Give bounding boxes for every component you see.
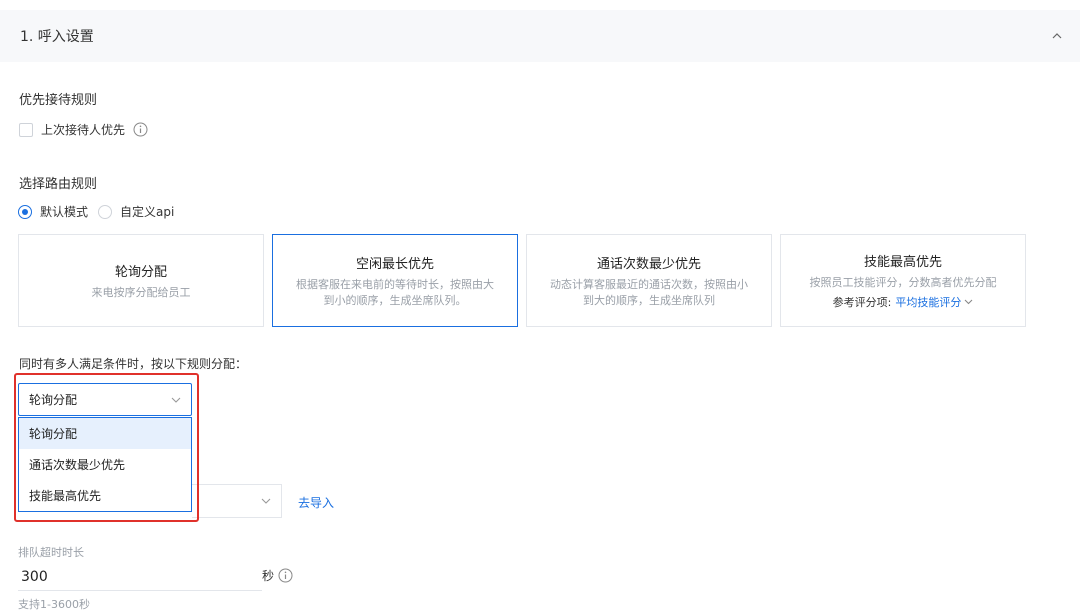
queue-timeout-input[interactable] [18,563,262,591]
card-longest-idle[interactable]: 空闲最长优先 根据客服在来电前的等待时长，按照由大到小的顺序，生成坐席队列。 [272,234,518,327]
dropdown-option-round-robin[interactable]: 轮询分配 [19,418,191,449]
section-title: 1. 呼入设置 [20,29,94,45]
section-header[interactable]: 1. 呼入设置 [0,10,1080,62]
card-title: 轮询分配 [114,264,167,280]
radio-custom-api-control[interactable] [98,204,113,219]
info-icon[interactable] [278,568,293,583]
tie-break-selected-value: 轮询分配 [29,393,78,407]
queue-timeout-label: 排队超时时长 [18,546,84,559]
chevron-up-icon[interactable] [1050,29,1064,43]
radio-custom-api-label: 自定义api [120,205,175,219]
queue-timeout-hint: 支持1-3600秒 [18,598,90,611]
import-source-select[interactable] [192,484,282,518]
radio-default-mode[interactable]: 默认模式 [18,203,88,220]
card-ref-label: 参考评分项: [832,296,892,309]
tie-break-select[interactable]: 轮询分配 [18,383,192,416]
card-fewest-calls[interactable]: 通话次数最少优先 动态计算客服最近的通话次数，按照由小到大的顺序，生成坐席队列 [526,234,772,327]
go-import-link[interactable]: 去导入 [298,494,334,511]
chevron-down-icon [261,498,271,504]
chevron-down-icon [171,397,181,403]
card-desc: 来电按序分配给员工 [91,285,191,299]
priority-rule-heading: 优先接待规则 [19,93,98,108]
routing-mode-group: 默认模式 自定义api [18,203,184,220]
radio-custom-api[interactable]: 自定义api [98,203,174,220]
card-ref-row: 参考评分项: 平均技能评分 [833,294,974,310]
last-agent-priority-row: 上次接待人优先 [19,121,148,138]
tie-break-label: 同时有多人满足条件时，按以下规则分配： [19,357,248,371]
card-title: 空闲最长优先 [355,256,434,272]
card-desc: 按照员工技能评分，分数高者优先分配 [809,276,997,289]
card-desc: 根据客服在来电前的等待时长，按照由大到小的顺序，生成坐席队列。 [296,277,494,307]
card-title: 通话次数最少优先 [596,256,701,272]
last-agent-priority-label[interactable]: 上次接待人优先 [41,121,125,138]
skill-score-value: 平均技能评分 [895,296,962,309]
info-icon[interactable] [133,122,148,137]
queue-timeout-unit-row: 秒 [262,567,293,584]
routing-rule-heading: 选择路由规则 [19,177,98,192]
card-desc: 动态计算客服最近的通话次数，按照由小到大的顺序，生成坐席队列 [550,277,748,307]
radio-default-mode-label: 默认模式 [40,205,89,219]
dropdown-option-highest-skill[interactable]: 技能最高优先 [19,480,191,511]
queue-timeout-unit: 秒 [262,569,275,583]
card-round-robin[interactable]: 轮询分配 来电按序分配给员工 [18,234,264,327]
card-highest-skill[interactable]: 技能最高优先 按照员工技能评分，分数高者优先分配 参考评分项: 平均技能评分 [780,234,1026,327]
skill-score-dropdown[interactable]: 平均技能评分 [895,294,973,310]
dropdown-option-fewest-calls[interactable]: 通话次数最少优先 [19,449,191,480]
card-title: 技能最高优先 [863,255,942,270]
last-agent-priority-checkbox[interactable] [19,122,33,137]
radio-default-mode-control[interactable] [18,204,32,219]
chevron-down-icon [964,299,973,305]
tie-break-dropdown-menu: 轮询分配 通话次数最少优先 技能最高优先 [18,417,192,512]
